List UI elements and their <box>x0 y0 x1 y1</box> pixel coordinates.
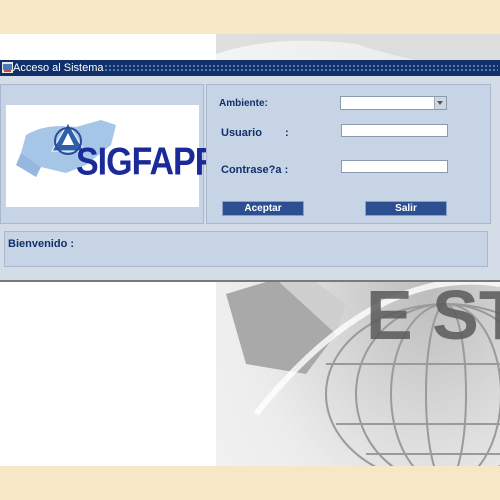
welcome-panel: Bienvenido : <box>4 231 488 267</box>
chevron-down-icon[interactable] <box>434 97 446 109</box>
usuario-input[interactable] <box>341 124 448 137</box>
svg-text:E ST: E ST <box>366 276 500 354</box>
logo-panel: SIGFAPRO <box>0 84 245 224</box>
login-window: Acceso al Sistema SIGFAPRO Ambiente: Usu… <box>0 60 500 282</box>
bottom-background-band <box>0 466 500 500</box>
login-form-panel: Ambiente: Usuario : Contrase?a : Aceptar… <box>206 84 491 224</box>
ambiente-label: Ambiente: <box>219 98 268 109</box>
usuario-label: Usuario <box>221 127 262 139</box>
top-background-band <box>0 0 500 34</box>
logo-box: SIGFAPRO <box>6 105 245 207</box>
password-input[interactable] <box>341 160 448 173</box>
welcome-label: Bienvenido : <box>8 238 75 250</box>
window-app-icon <box>2 62 13 73</box>
accept-button[interactable]: Aceptar <box>222 201 304 216</box>
exit-button[interactable]: Salir <box>365 201 447 216</box>
window-titlebar[interactable]: Acceso al Sistema <box>0 60 500 76</box>
password-label: Contrase?a : <box>221 164 289 176</box>
titlebar-pattern <box>104 64 498 72</box>
usuario-colon: : <box>285 127 289 139</box>
window-title: Acceso al Sistema <box>13 62 104 74</box>
ambiente-select[interactable] <box>340 96 447 110</box>
